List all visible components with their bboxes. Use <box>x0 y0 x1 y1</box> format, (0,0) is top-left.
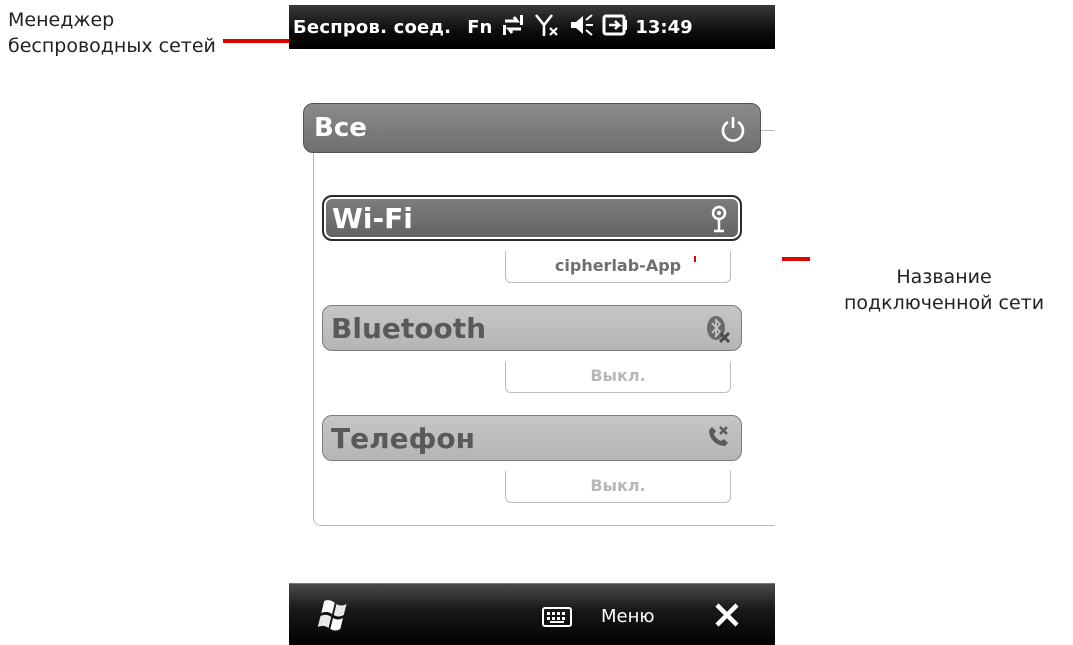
wifi-status: cipherlab-App <box>554 256 682 275</box>
bluetooth-label: Bluetooth <box>331 311 487 345</box>
wifi-tile[interactable]: Wi-Fi <box>322 195 742 241</box>
all-label: Все <box>314 113 367 143</box>
phone-label: Телефон <box>331 421 475 455</box>
status-accent-mark <box>694 256 696 262</box>
no-signal-icon[interactable] <box>534 12 560 42</box>
power-icon[interactable] <box>720 115 746 150</box>
menu-bar: Меню <box>289 583 775 645</box>
keyboard-icon[interactable] <box>542 607 572 631</box>
wireless-manager-callout: Менеджер беспроводных сетей <box>8 7 216 59</box>
wifi-antenna-icon <box>708 205 730 240</box>
wifi-label: Wi-Fi <box>332 201 413 235</box>
callout-right-marker <box>782 257 810 261</box>
phone-tile[interactable]: Телефон <box>322 415 742 461</box>
phone-off-icon <box>705 424 731 457</box>
callout-right-line1: Название <box>896 266 992 288</box>
status-bar: Беспров. соед. Fn 13:49 <box>289 5 775 49</box>
all-toggle-bar[interactable]: Все <box>303 103 761 153</box>
windows-start-icon[interactable] <box>315 598 351 636</box>
sync-arrows-icon[interactable] <box>500 12 526 42</box>
fn-indicator: Fn <box>467 16 493 38</box>
clock[interactable]: 13:49 <box>635 17 692 38</box>
battery-charging-icon[interactable] <box>602 12 628 42</box>
callout-left-line1: Менеджер <box>8 9 115 31</box>
network-name-callout: Название подключенной сети <box>818 264 1070 316</box>
bluetooth-status: Выкл. <box>590 366 646 385</box>
callout-left-line2: беспроводных сетей <box>8 35 216 57</box>
menu-button[interactable]: Меню <box>601 606 655 627</box>
bluetooth-tile[interactable]: Bluetooth <box>322 305 742 351</box>
phone-status: Выкл. <box>590 476 646 495</box>
speaker-muted-icon[interactable] <box>568 12 594 42</box>
callout-right-line2: подключенной сети <box>843 292 1045 314</box>
callout-left-marker <box>223 39 289 43</box>
phone-status-box: Выкл. <box>505 471 731 503</box>
bluetooth-status-box: Выкл. <box>505 361 731 393</box>
wifi-network-name: cipherlab-App <box>505 251 731 283</box>
device-screen: Беспров. соед. Fn 13:49 Все Wi-Fi cipher… <box>289 5 775 645</box>
status-bar-title[interactable]: Беспров. соед. <box>289 17 451 38</box>
bluetooth-off-icon <box>705 314 731 351</box>
close-icon[interactable] <box>713 601 741 633</box>
